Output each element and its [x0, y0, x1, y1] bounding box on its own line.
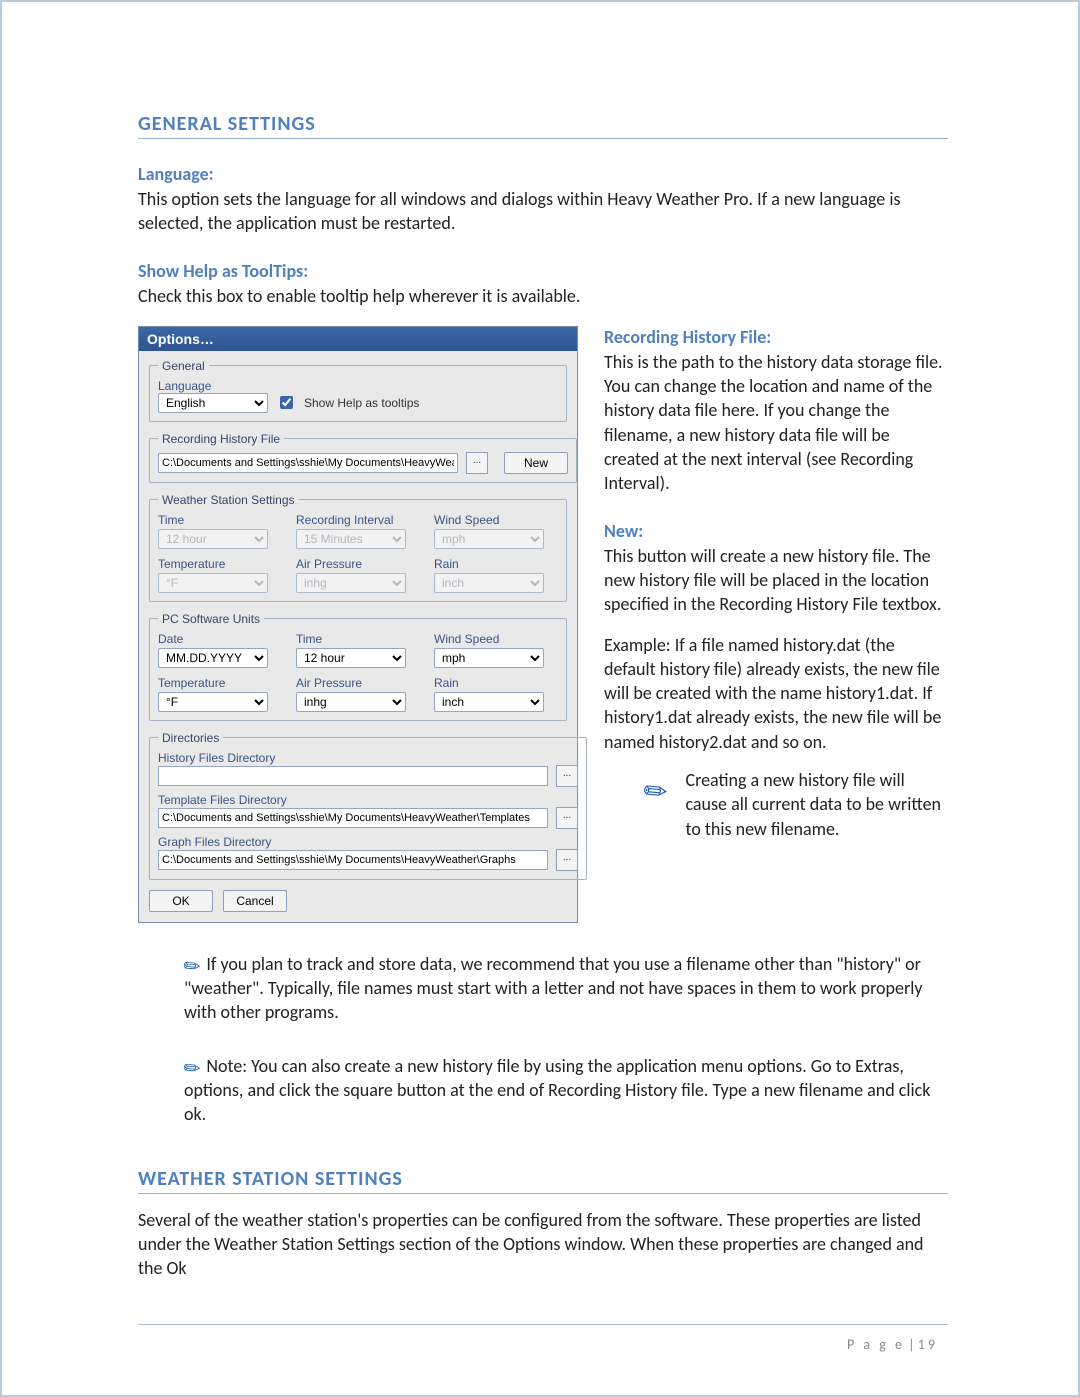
paragraph-example: Example: If a file named history.dat (th… — [604, 633, 948, 754]
graph-dir-browse-button[interactable]: ... — [556, 849, 578, 871]
pc-date-select[interactable]: MM.DD.YYYY — [158, 648, 268, 668]
ws-temp-label: Temperature — [158, 557, 282, 571]
graph-dir-input[interactable] — [158, 850, 548, 870]
page-footer: P a g e | 19 — [847, 1336, 938, 1353]
paragraph-language: This option sets the language for all wi… — [138, 187, 948, 236]
ws-time-select[interactable]: 12 hour — [158, 529, 268, 549]
pc-pressure-select[interactable]: inhg — [296, 692, 406, 712]
footer-divider — [138, 1324, 948, 1325]
history-dir-label: History Files Directory — [158, 751, 578, 765]
legend-directories: Directories — [158, 731, 223, 745]
pc-wind-label: Wind Speed — [434, 632, 558, 646]
pc-time-select[interactable]: 12 hour — [296, 648, 406, 668]
show-help-checkbox-label[interactable]: Show Help as tooltips — [276, 393, 419, 412]
ws-rain-select[interactable]: inch — [434, 573, 544, 593]
legend-ws-settings: Weather Station Settings — [158, 493, 299, 507]
ws-time-label: Time — [158, 513, 282, 527]
ws-pressure-select[interactable]: inhg — [296, 573, 406, 593]
label-language: Language — [158, 379, 558, 393]
heading-weather-station-settings: WEATHER STATION SETTINGS — [138, 1167, 948, 1194]
template-dir-browse-button[interactable]: ... — [556, 807, 578, 829]
pc-temp-label: Temperature — [158, 676, 282, 690]
fieldset-ws-settings: Weather Station Settings Time 12 hour Re… — [149, 493, 567, 602]
subheading-recording-history: Recording History File: — [604, 326, 948, 348]
pc-temp-select[interactable]: °F — [158, 692, 268, 712]
subheading-show-help: Show Help as ToolTips: — [138, 260, 948, 282]
ws-pressure-label: Air Pressure — [296, 557, 420, 571]
pc-rain-select[interactable]: inch — [434, 692, 544, 712]
pc-date-label: Date — [158, 632, 282, 646]
options-window: Options… General Language English Show H… — [138, 326, 578, 923]
footer-page-number: 19 — [918, 1336, 938, 1353]
footer-sep: | — [905, 1336, 918, 1353]
ws-rain-label: Rain — [434, 557, 558, 571]
ws-wind-label: Wind Speed — [434, 513, 558, 527]
fieldset-recording-history: Recording History File ... New — [149, 432, 577, 483]
ok-button[interactable]: OK — [149, 890, 213, 912]
cancel-button[interactable]: Cancel — [223, 890, 287, 912]
footer-page-label: P a g e — [847, 1336, 905, 1353]
legend-general: General — [158, 359, 209, 373]
show-help-text: Show Help as tooltips — [304, 396, 419, 410]
paragraph-recording-history: This is the path to the history data sto… — [604, 350, 948, 496]
heading-general-settings: GENERAL SETTINGS — [138, 112, 948, 139]
recording-history-input[interactable] — [158, 453, 458, 473]
template-dir-label: Template Files Directory — [158, 793, 578, 807]
pc-wind-select[interactable]: mph — [434, 648, 544, 668]
paragraph-note-filename: If you plan to track and store data, we … — [184, 953, 923, 1024]
paragraph-show-help: Check this box to enable tooltip help wh… — [138, 284, 948, 308]
paragraph-note-create: Creating a new history file will cause a… — [685, 768, 948, 841]
history-dir-browse-button[interactable]: ... — [556, 765, 578, 787]
ws-temp-select[interactable]: °F — [158, 573, 268, 593]
ws-interval-label: Recording Interval — [296, 513, 420, 527]
language-select[interactable]: English — [158, 393, 268, 413]
ws-wind-select[interactable]: mph — [434, 529, 544, 549]
window-titlebar: Options… — [139, 327, 577, 351]
pc-time-label: Time — [296, 632, 420, 646]
template-dir-input[interactable] — [158, 808, 548, 828]
pc-rain-label: Rain — [434, 676, 558, 690]
subheading-new: New: — [604, 520, 948, 542]
subheading-language: Language: — [138, 163, 948, 185]
recording-history-browse-button[interactable]: ... — [466, 452, 488, 474]
pushpin-icon: ✎ — [635, 771, 675, 813]
legend-pc-units: PC Software Units — [158, 612, 264, 626]
pc-pressure-label: Air Pressure — [296, 676, 420, 690]
new-button[interactable]: New — [504, 452, 568, 474]
graph-dir-label: Graph Files Directory — [158, 835, 578, 849]
paragraph-note-menu: Note: You can also create a new history … — [184, 1055, 930, 1126]
paragraph-new: This button will create a new history fi… — [604, 544, 948, 617]
fieldset-directories: Directories History Files Directory ... … — [149, 731, 587, 880]
legend-recording-history: Recording History File — [158, 432, 284, 446]
ws-interval-select[interactable]: 15 Minutes — [296, 529, 406, 549]
history-dir-input[interactable] — [158, 766, 548, 786]
show-help-checkbox[interactable] — [280, 396, 293, 409]
paragraph-ws-settings: Several of the weather station's propert… — [138, 1208, 948, 1281]
fieldset-general: General Language English Show Help as to… — [149, 359, 567, 422]
fieldset-pc-units: PC Software Units Date MM.DD.YYYY Time 1… — [149, 612, 567, 721]
